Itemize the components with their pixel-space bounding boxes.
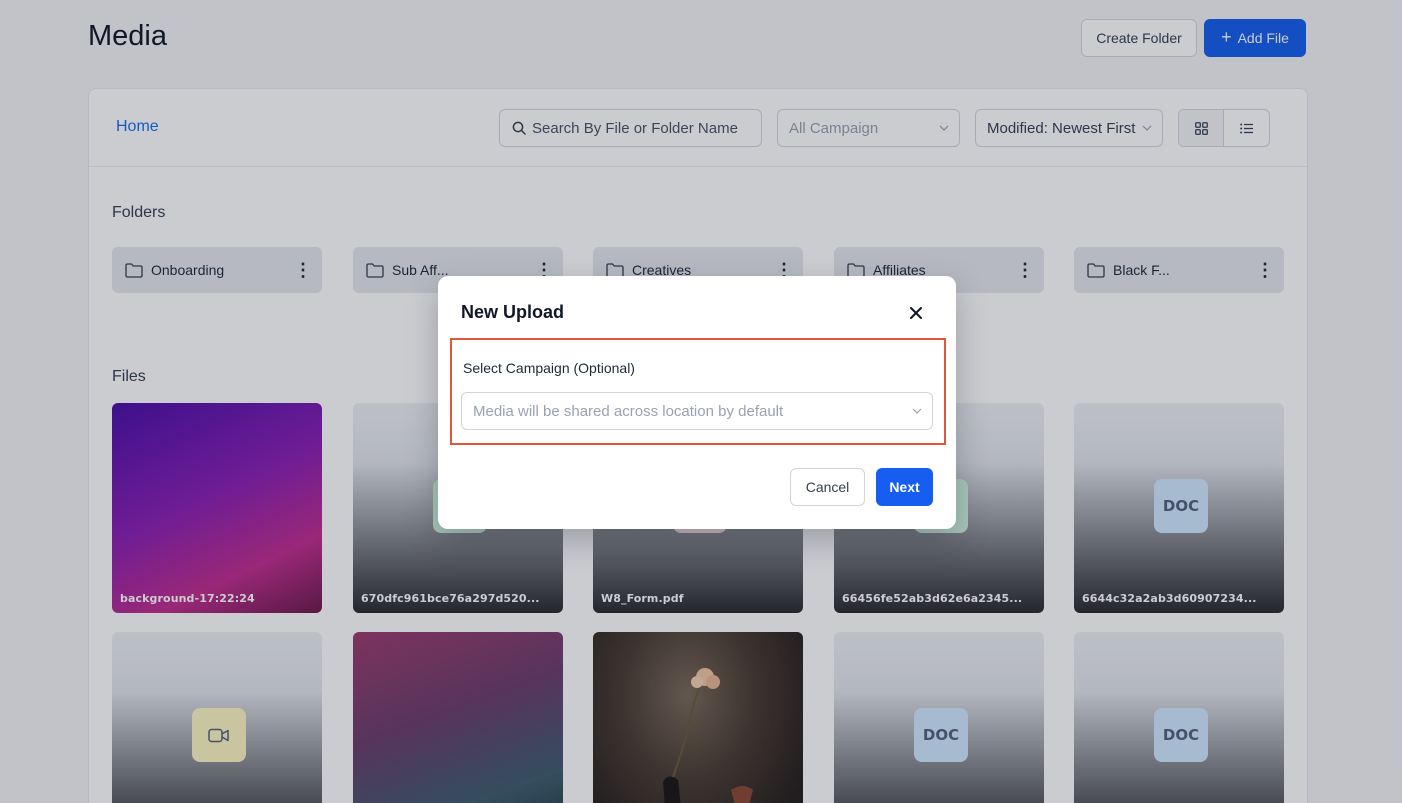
campaign-select[interactable]: Media will be shared across location by … [461,392,933,430]
next-button[interactable]: Next [876,468,933,506]
campaign-field-label: Select Campaign (Optional) [463,360,635,376]
chevron-down-icon [912,408,922,414]
campaign-select-placeholder: Media will be shared across location by … [473,402,784,420]
cancel-button[interactable]: Cancel [790,468,865,506]
close-icon[interactable] [906,303,926,323]
new-upload-modal: New Upload Select Campaign (Optional) Me… [438,276,956,529]
modal-title: New Upload [461,302,565,322]
